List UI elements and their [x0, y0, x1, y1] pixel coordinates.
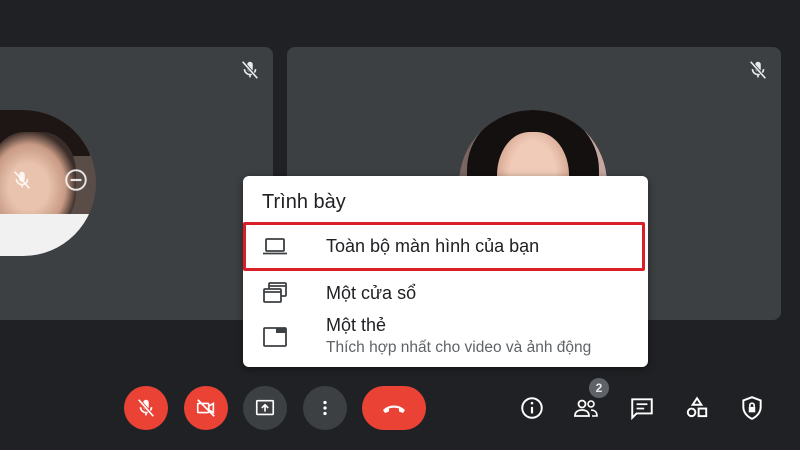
host-controls-button[interactable] [736, 392, 768, 424]
more-vert-icon [323, 400, 327, 416]
activities-icon [686, 396, 708, 418]
window-icon [263, 282, 287, 303]
activities-button[interactable] [681, 392, 713, 424]
info-icon [521, 397, 543, 419]
camera-off-icon [196, 399, 215, 417]
mic-toggle-button[interactable] [124, 386, 168, 430]
tab-icon [263, 327, 287, 347]
camera-toggle-button[interactable] [184, 386, 228, 430]
menu-item-window[interactable]: Một cửa sổ [243, 274, 648, 312]
menu-item-entire-screen[interactable]: Toàn bộ màn hình của bạn [243, 222, 648, 271]
menu-title: Trình bày [262, 191, 346, 213]
menu-item-sublabel: Thích hợp nhất cho video và ảnh động [326, 339, 592, 356]
menu-item-label: Một cửa sổ [326, 283, 417, 303]
leave-call-button[interactable] [362, 386, 426, 430]
participant-mute-button[interactable] [4, 162, 40, 198]
mic-off-icon [749, 60, 767, 80]
mic-off-icon [14, 171, 30, 189]
shield-lock-icon [742, 396, 762, 420]
menu-item-tab[interactable]: Một thẻ Thích hợp nhất cho video và ảnh … [243, 313, 648, 363]
mic-off-icon [241, 60, 259, 80]
chat-button[interactable] [626, 392, 658, 424]
present-menu: Trình bày Toàn bộ màn hình của bạn Một c… [243, 176, 648, 367]
participant-remove-button[interactable] [58, 162, 94, 198]
mic-off-icon [137, 398, 155, 418]
remove-circle-icon [65, 169, 87, 191]
laptop-icon [263, 238, 287, 255]
menu-item-label: Một thẻ [326, 315, 387, 335]
people-icon [574, 399, 598, 417]
present-now-button[interactable] [243, 386, 287, 430]
menu-item-label: Toàn bộ màn hình của bạn [326, 236, 540, 256]
present-screen-icon [255, 399, 275, 416]
participant-count-badge: 2 [589, 378, 609, 398]
meeting-details-button[interactable] [516, 392, 548, 424]
more-options-button[interactable] [303, 386, 347, 430]
chat-icon [631, 398, 653, 421]
phone-hangup-icon [383, 405, 405, 413]
